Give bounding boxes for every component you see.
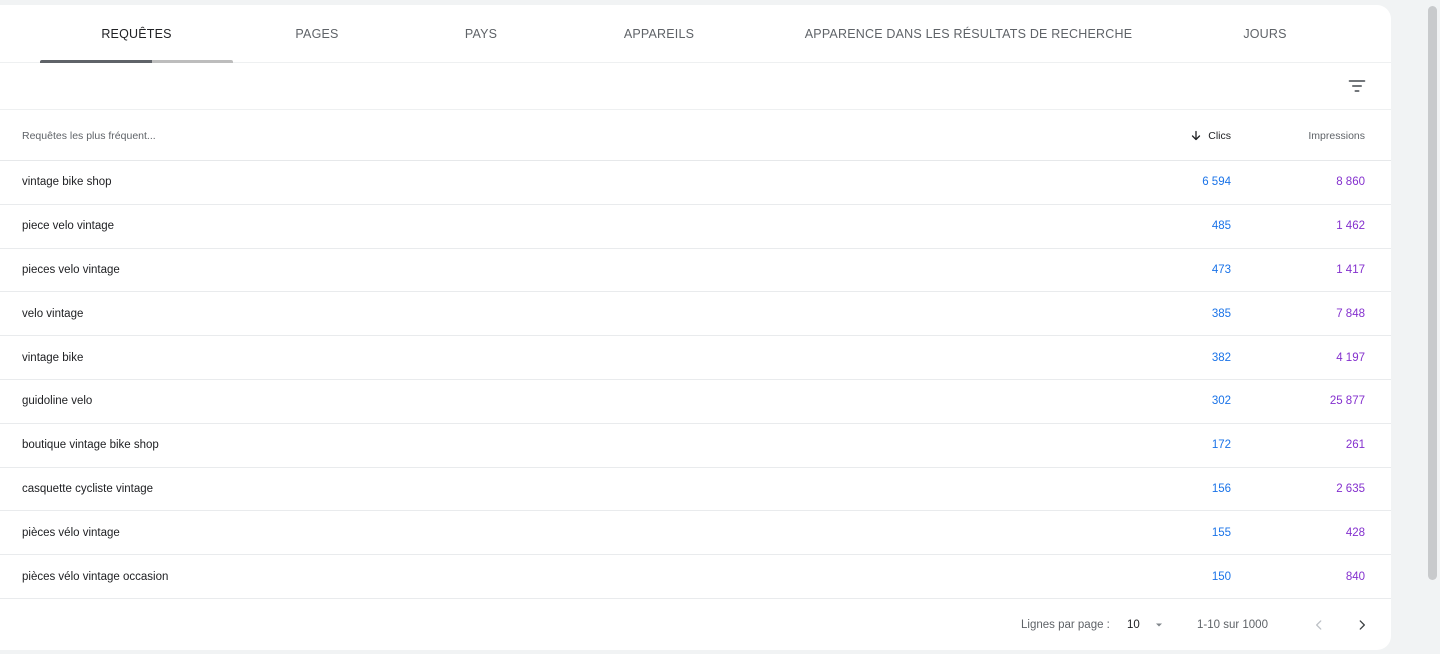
rows-per-page-select[interactable]: 10 [1127, 599, 1140, 650]
impressions-cell: 261 [1345, 439, 1365, 452]
table-header: Requêtes les plus fréquent... Clics Impr… [0, 110, 1391, 161]
impressions-cell: 428 [1345, 526, 1365, 539]
table-row[interactable]: guidoline velo 302 25 877 [0, 380, 1391, 424]
clicks-cell: 385 [1211, 307, 1231, 320]
chevron-left-icon[interactable] [1312, 599, 1326, 650]
impressions-cell: 1 462 [1336, 220, 1365, 233]
table-row[interactable]: vintage bike shop 6 594 8 860 [0, 161, 1391, 205]
clicks-cell: 156 [1211, 482, 1231, 495]
clicks-cell: 6 594 [1202, 176, 1231, 189]
clicks-cell: 302 [1211, 395, 1231, 408]
impressions-cell: 8 860 [1336, 176, 1365, 189]
impressions-cell: 4 197 [1336, 351, 1365, 364]
clicks-cell: 172 [1211, 439, 1231, 452]
impressions-cell: 25 877 [1329, 395, 1365, 408]
table-row[interactable]: vintage bike 382 4 197 [0, 336, 1391, 380]
query-cell: piece velo vintage [22, 220, 115, 233]
query-cell: velo vintage [22, 307, 84, 320]
impressions-cell: 1 417 [1336, 263, 1365, 276]
table-row[interactable]: pièces vélo vintage 155 428 [0, 511, 1391, 556]
impressions-cell: 840 [1345, 570, 1365, 583]
query-cell: pièces vélo vintage occasion [22, 570, 169, 583]
impressions-cell: 2 635 [1336, 482, 1365, 495]
query-cell: pièces vélo vintage [22, 526, 120, 539]
table-row[interactable]: boutique vintage bike shop 172 261 [0, 424, 1391, 468]
page-scrollbar[interactable] [1424, 0, 1440, 654]
query-cell: casquette cycliste vintage [22, 482, 154, 495]
table-row[interactable]: pièces vélo vintage occasion 150 840 [0, 555, 1391, 599]
query-cell: boutique vintage bike shop [22, 439, 159, 452]
tab-queries[interactable]: REQUÊTES [40, 5, 233, 63]
table-row[interactable]: casquette cycliste vintage 156 2 635 [0, 468, 1391, 512]
clicks-cell: 473 [1211, 263, 1231, 276]
tab-days[interactable]: JOURS [1205, 5, 1325, 63]
performance-table-card: REQUÊTES PAGES PAYS APPAREILS APPARENCE … [0, 5, 1391, 650]
tab-countries[interactable]: PAYS [420, 5, 542, 63]
rows-per-page-label: Lignes par page : [1021, 618, 1110, 631]
clicks-cell: 155 [1211, 526, 1231, 539]
filter-toolbar [0, 63, 1391, 110]
table-row[interactable]: pieces velo vintage 473 1 417 [0, 249, 1391, 293]
clicks-cell: 382 [1211, 351, 1231, 364]
dropdown-arrow-icon[interactable] [1153, 599, 1165, 650]
filter-icon[interactable] [1347, 76, 1367, 96]
column-header-impressions[interactable]: Impressions [1308, 110, 1365, 161]
clicks-cell: 150 [1211, 570, 1231, 583]
chevron-right-icon[interactable] [1355, 599, 1369, 650]
tab-search-appearance[interactable]: APPARENCE DANS LES RÉSULTATS DE RECHERCH… [790, 5, 1147, 63]
table-row[interactable]: piece velo vintage 485 1 462 [0, 205, 1391, 249]
scrollbar-thumb[interactable] [1428, 6, 1437, 580]
query-cell: guidoline velo [22, 395, 93, 408]
query-cell: vintage bike [22, 351, 84, 364]
clicks-cell: 485 [1211, 220, 1231, 233]
tab-devices[interactable]: APPAREILS [594, 5, 724, 63]
impressions-cell: 7 848 [1336, 307, 1365, 320]
table-pagination: Lignes par page : 10 1-10 sur 1000 [0, 599, 1391, 650]
query-cell: vintage bike shop [22, 176, 112, 189]
query-cell: pieces velo vintage [22, 263, 120, 276]
arrow-down-icon [1192, 130, 1201, 140]
table-row[interactable]: velo vintage 385 7 848 [0, 292, 1391, 337]
pagination-range: 1-10 sur 1000 [1197, 618, 1268, 631]
tab-pages[interactable]: PAGES [252, 5, 382, 63]
table-body: vintage bike shop 6 594 8 860 piece velo vi… [0, 161, 1391, 599]
column-header-clicks[interactable]: Clics [1190, 110, 1231, 161]
column-header-queries[interactable]: Requêtes les plus fréquent... [22, 110, 156, 161]
column-header-clicks-label: Clics [1208, 129, 1231, 142]
dimension-tabs: REQUÊTES PAGES PAYS APPAREILS APPARENCE … [0, 5, 1391, 63]
